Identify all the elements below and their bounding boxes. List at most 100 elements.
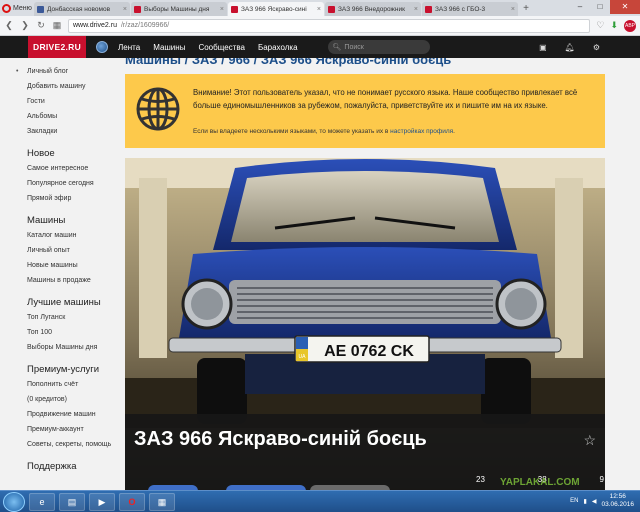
sidebar-item[interactable]: Советы, секреты, помощь	[16, 437, 125, 452]
sidebar-item[interactable]: Прямой эфир	[16, 191, 125, 206]
search-placeholder: Поиск	[344, 43, 364, 51]
site-nav-item[interactable]: Сообщества	[198, 43, 244, 52]
watermark-text: YAPLAKAL.COM	[500, 477, 580, 488]
url-path: /r/zaz/1609966/	[120, 22, 170, 29]
close-tab-icon[interactable]: ×	[317, 6, 321, 13]
sidebar-item[interactable]: Самое интересное	[16, 161, 125, 176]
window-controls: – □ ✕	[570, 0, 640, 14]
adblock-icon[interactable]: ABP	[624, 19, 636, 32]
bookmark-star-icon[interactable]: ☆	[583, 432, 596, 449]
close-tab-icon[interactable]: ×	[511, 6, 515, 13]
tray-network-icon[interactable]: ▮	[584, 498, 587, 505]
sidebar-item[interactable]: Продвижение машин	[16, 407, 125, 422]
user-avatar[interactable]	[96, 41, 109, 53]
sidebar-item[interactable]: Выборы Машины дня	[16, 340, 125, 355]
main-content: Машины / ЗАЗ / 966 / ЗАЗ 966 Яскраво-син…	[125, 58, 605, 490]
sidebar-item[interactable]: Популярное сегодня	[16, 176, 125, 191]
tray-language[interactable]: EN	[570, 498, 578, 504]
taskbar-ie-icon[interactable]: e	[29, 492, 55, 511]
tray-clock[interactable]: 12:56 03.06.2016	[601, 493, 634, 509]
browser-tabs: Донбасская новомов × Выборы Машины дня × ЗАЗ…	[34, 2, 519, 16]
browser-tab[interactable]: ЗАЗ 966 с ГБО-3 ×	[422, 2, 518, 16]
browser-tab[interactable]: ЗАЗ 966 Яскраво-сині ×	[228, 2, 324, 16]
site-nav-item[interactable]: Лента	[118, 43, 140, 52]
drive2-favicon-icon	[134, 5, 141, 13]
windows-taskbar: e ▤ ▶ O ▦ EN ▮ ◀ 12:56 03.06.2016	[0, 490, 640, 512]
profile-settings-link[interactable]: настройках профиля	[390, 128, 453, 135]
sidebar-item[interactable]: Каталог машин	[16, 228, 125, 243]
plate-country: UA	[299, 354, 307, 360]
home-grid-icon[interactable]: ▦	[52, 20, 62, 31]
sidebar-heading: Новое	[27, 148, 55, 159]
close-tab-icon[interactable]: ×	[123, 6, 127, 13]
back-arrow-icon[interactable]: ❮	[4, 20, 14, 31]
new-tab-button[interactable]: +	[519, 2, 533, 16]
site-logo[interactable]: DRIVE2.RU	[28, 36, 87, 58]
drive2-favicon-icon	[425, 5, 432, 13]
browser-menu-label: Меню	[13, 4, 32, 12]
car-stat-count[interactable]: 9	[600, 475, 604, 490]
browser-menu-button[interactable]: Меню	[0, 0, 34, 16]
browser-tab-title: ЗАЗ 966 Внедорожник	[338, 5, 405, 13]
forward-arrow-icon[interactable]: ❯	[20, 20, 30, 31]
settings-gear-icon[interactable]: ⚙	[593, 43, 600, 52]
minimize-button[interactable]: –	[570, 0, 590, 14]
sidebar-item[interactable]: Личный опыт	[16, 243, 125, 258]
maximize-button[interactable]: □	[590, 0, 610, 14]
taskbar-media-icon[interactable]: ▶	[89, 492, 115, 511]
sidebar-heading: Поддержка	[27, 461, 77, 472]
messages-icon[interactable]: ▣	[539, 43, 547, 52]
taskbar-opera-icon[interactable]: O	[119, 492, 145, 511]
sidebar-item[interactable]: Топ Луганск	[16, 310, 125, 325]
notifications-bell-icon[interactable]: 🔔︎	[565, 43, 575, 52]
url-field[interactable]: www.drive2.ru/r/zaz/1609966/	[68, 18, 591, 33]
sidebar-item[interactable]: Гости	[16, 94, 125, 109]
sidebar: Личный блогДобавить машинуГостиАльбомыЗа…	[0, 58, 125, 490]
close-tab-icon[interactable]: ×	[414, 6, 418, 13]
sidebar-item[interactable]: Личный блог	[16, 64, 125, 79]
sidebar-item[interactable]: Машины в продаже	[16, 273, 125, 288]
taskbar-folder-icon[interactable]: ▤	[59, 492, 85, 511]
plate-number: AE 0762 CK	[324, 343, 414, 360]
site-nav: Лента Машины Сообщества Барахолка	[118, 43, 297, 52]
browser-tab-title: Донбасская новомов	[47, 5, 111, 13]
site-nav-item[interactable]: Машины	[153, 43, 185, 52]
sidebar-heading: Премиум-услуги	[27, 364, 100, 375]
car-photo[interactable]: UA AE 0762 CK ЗАЗ 966 Яскраво-синій боєц…	[125, 158, 605, 490]
browser-tab-title: Выборы Машины дня	[144, 5, 210, 13]
tray-volume-icon[interactable]: ◀	[592, 498, 597, 505]
site-search-input[interactable]: 🔍︎ Поиск	[327, 40, 430, 54]
sidebar-item[interactable]: Закладки	[16, 124, 125, 139]
bookmark-heart-icon[interactable]: ♡	[596, 20, 604, 31]
download-icon[interactable]: ⬇	[610, 20, 618, 31]
close-window-button[interactable]: ✕	[610, 0, 640, 14]
browser-tab[interactable]: Донбасская новомов ×	[34, 2, 130, 16]
browser-tab[interactable]: ЗАЗ 966 Внедорожник ×	[325, 2, 421, 16]
url-host: www.drive2.ru	[73, 22, 117, 29]
browser-tab[interactable]: Выборы Машины дня ×	[131, 2, 227, 16]
search-icon: 🔍︎	[332, 44, 342, 51]
reload-icon[interactable]: ↻	[36, 20, 46, 31]
sidebar-item[interactable]: Альбомы	[16, 109, 125, 124]
sidebar-item[interactable]: Добавить машину	[16, 79, 125, 94]
car-stat-count[interactable]: 23	[476, 475, 485, 490]
browser-tab-title: ЗАЗ 966 с ГБО-3	[435, 5, 486, 13]
sidebar-item[interactable]: Топ 100	[16, 325, 125, 340]
site-nav-item[interactable]: Барахолка	[258, 43, 298, 52]
breadcrumb[interactable]: Машины / ЗАЗ / 966 / ЗАЗ 966 Яскраво-син…	[125, 58, 451, 67]
address-bar-tools: ♡ ⬇ ABP	[596, 19, 636, 32]
taskbar-app-icon[interactable]: ▦	[149, 492, 175, 511]
page-right-gutter	[605, 58, 640, 490]
sidebar-heading: Машины	[27, 215, 66, 226]
header-actions: ▣ 🔔︎ ⚙	[539, 36, 600, 58]
close-tab-icon[interactable]: ×	[220, 6, 224, 13]
globe-icon	[136, 87, 180, 131]
warning-text: Внимание! Этот пользователь указал, что …	[193, 88, 578, 110]
sidebar-item[interactable]: Премиум-аккаунт	[16, 422, 125, 437]
sidebar-item[interactable]: (0 кредитов)	[16, 392, 125, 407]
sidebar-item[interactable]: Новые машины	[16, 258, 125, 273]
sidebar-item[interactable]: Пополнить счёт	[16, 377, 125, 392]
drive2-favicon-icon	[231, 5, 238, 13]
address-bar: ❮ ❯ ↻ ▦ www.drive2.ru/r/zaz/1609966/ ♡ ⬇…	[0, 16, 640, 36]
windows-start-button[interactable]	[3, 491, 25, 512]
